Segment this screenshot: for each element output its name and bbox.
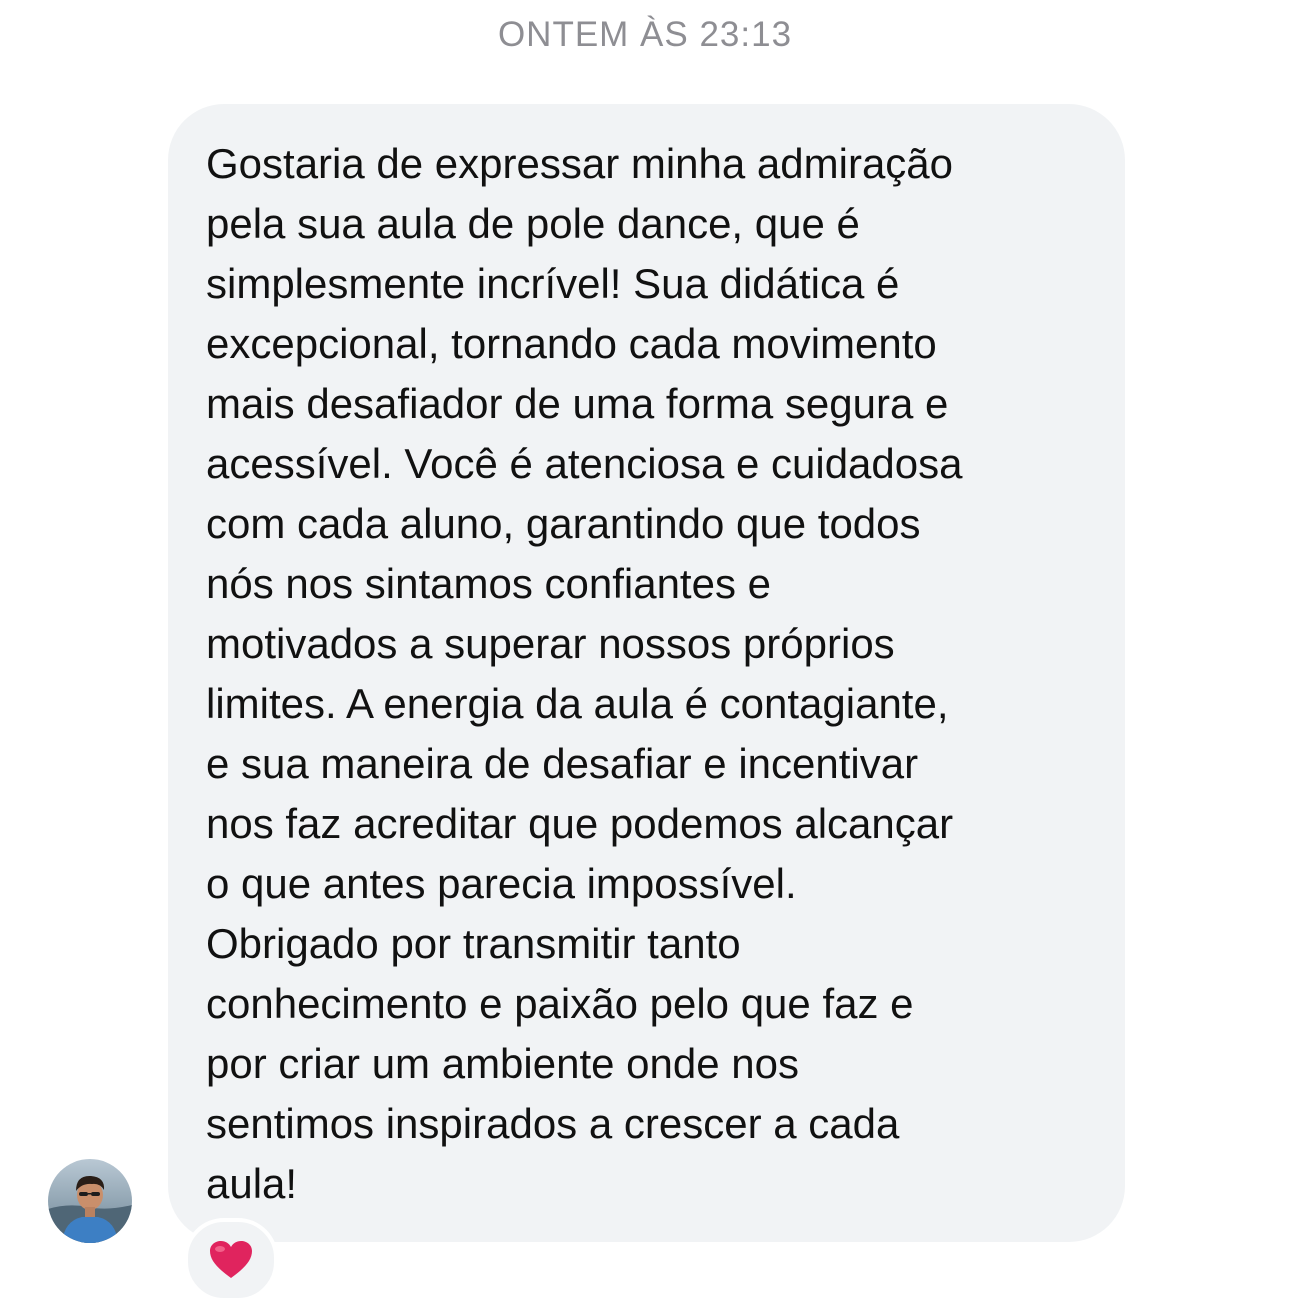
red-heart-icon: [210, 1241, 252, 1278]
message-text-line: excepcional, tornando cada movimento: [206, 320, 937, 367]
message-text-line: limites. A energia da aula é contagiante…: [206, 680, 949, 727]
message-text-line: nós nos sintamos confiantes e: [206, 560, 771, 607]
message-text-line: conhecimento e paixão pelo que faz e: [206, 980, 914, 1027]
reaction-badge[interactable]: [184, 1218, 278, 1302]
message-text-line: Obrigado por transmitir tanto: [206, 920, 741, 967]
message-text-line: com cada aluno, garantindo que todos: [206, 500, 921, 547]
message-text-line: e sua maneira de desafiar e incentivar: [206, 740, 919, 787]
message-timestamp: ONTEM ÀS 23:13: [497, 15, 793, 54]
message-text-line: o que antes parecia impossível.: [206, 860, 797, 907]
message-bubble[interactable]: Gostaria de expressar minha admiração pe…: [168, 104, 1125, 1242]
message-text-line: sentimos inspirados a crescer a cada: [206, 1100, 900, 1147]
message-text-line: pela sua aula de pole dance, que é: [206, 200, 860, 247]
message-text-line: mais desafiador de uma forma segura e: [206, 380, 949, 427]
sender-avatar[interactable]: [48, 1159, 132, 1243]
message-text-line: por criar um ambiente onde nos: [206, 1040, 799, 1087]
message-text-line: Gostaria de expressar minha admiração: [206, 140, 954, 187]
message-text-line: acessível. Você é atenciosa e cuidadosa: [206, 440, 963, 487]
message-text-line: aula!: [206, 1160, 298, 1207]
message-text-line: nos faz acreditar que podemos alcançar: [206, 800, 954, 847]
message-text-line: motivados a superar nossos próprios: [206, 620, 895, 667]
user-avatar-photo-icon: [48, 1159, 132, 1243]
message-text-line: simplesmente incrível! Sua didática é: [206, 260, 900, 307]
